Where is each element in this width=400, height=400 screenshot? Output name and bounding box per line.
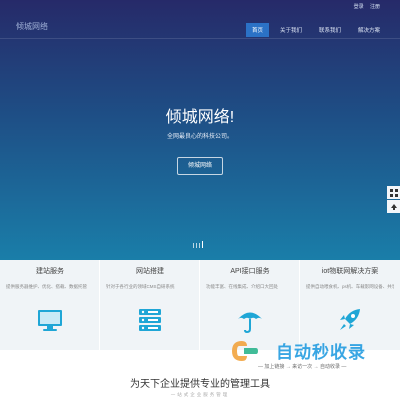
grid-icon <box>389 188 398 197</box>
carousel-indicators <box>193 241 205 248</box>
side-back-to-top-button[interactable] <box>387 200 400 213</box>
feature-title: 网站搭建 <box>136 268 164 275</box>
top-links: 登录 注册 <box>349 3 380 10</box>
watermark: 自动秒收录 — 加上链接 → 来访一次 → 自动收录 — <box>228 336 388 376</box>
section-subtitle: 一站式企业服务管理 <box>170 392 230 397</box>
feature-desc: 提供服务器维护、优化、搭载、数据托管 <box>6 284 87 289</box>
feature-card[interactable]: 网站搭建 针对于各行业的领域CMS自研系统 <box>100 260 200 350</box>
side-float-widget <box>387 186 400 214</box>
feature-title: API接口服务 <box>230 268 270 275</box>
feature-desc: 功能丰富、在线集成、介绍口大回处 <box>206 284 278 289</box>
nav-divider <box>0 38 400 39</box>
feature-card[interactable]: 建站服务 提供服务器维护、优化、搭载、数据托管 <box>0 260 100 350</box>
server-icon <box>139 309 161 331</box>
hero-title: 倾城网络! <box>165 109 235 126</box>
section-title: 为天下企业提供专业的管理工具 <box>130 379 270 390</box>
umbrella-icon <box>238 312 262 334</box>
nav-item-about[interactable]: 关于我们 <box>274 23 308 37</box>
hero-cta-button[interactable]: 倾城网络 <box>177 157 223 175</box>
hero-banner: 登录 注册 倾城网络 首页 关于我们 联系我们 解决方案 倾城网络! 全网最良心… <box>0 0 400 260</box>
feature-desc: 针对于各行业的领域CMS自研系统 <box>106 284 175 289</box>
arrow-up-icon <box>390 203 397 210</box>
side-qrcode-button[interactable] <box>387 186 400 199</box>
hero-subtitle: 全网最良心的科技公司。 <box>166 134 233 140</box>
feature-title: 建站服务 <box>36 268 64 275</box>
rocket-icon <box>340 309 360 330</box>
site-logo[interactable]: 倾城网络 <box>16 21 48 32</box>
carousel-dot[interactable] <box>199 243 200 248</box>
nav-item-contact[interactable]: 联系我们 <box>313 23 347 37</box>
watermark-text: 自动秒收录 <box>276 343 366 362</box>
carousel-dot[interactable] <box>193 243 194 248</box>
nav-item-solutions[interactable]: 解决方案 <box>352 23 386 37</box>
carousel-dot-active[interactable] <box>202 241 203 248</box>
register-link[interactable]: 注册 <box>370 4 380 10</box>
main-nav: 首页 关于我们 联系我们 解决方案 <box>241 23 386 37</box>
feature-title: iot物联网解决方案 <box>321 268 379 275</box>
login-link[interactable]: 登录 <box>354 4 364 10</box>
watermark-logo-icon <box>232 341 258 361</box>
watermark-subtext: — 加上链接 → 来访一次 → 自动收录 — <box>258 364 347 370</box>
carousel-dot[interactable] <box>196 243 197 248</box>
nav-item-home[interactable]: 首页 <box>245 23 269 37</box>
feature-desc: 提供自动喂食机、ps机、车载影网设备、共享单车及充电宠解决方案 <box>306 284 394 289</box>
monitor-icon <box>38 310 62 331</box>
